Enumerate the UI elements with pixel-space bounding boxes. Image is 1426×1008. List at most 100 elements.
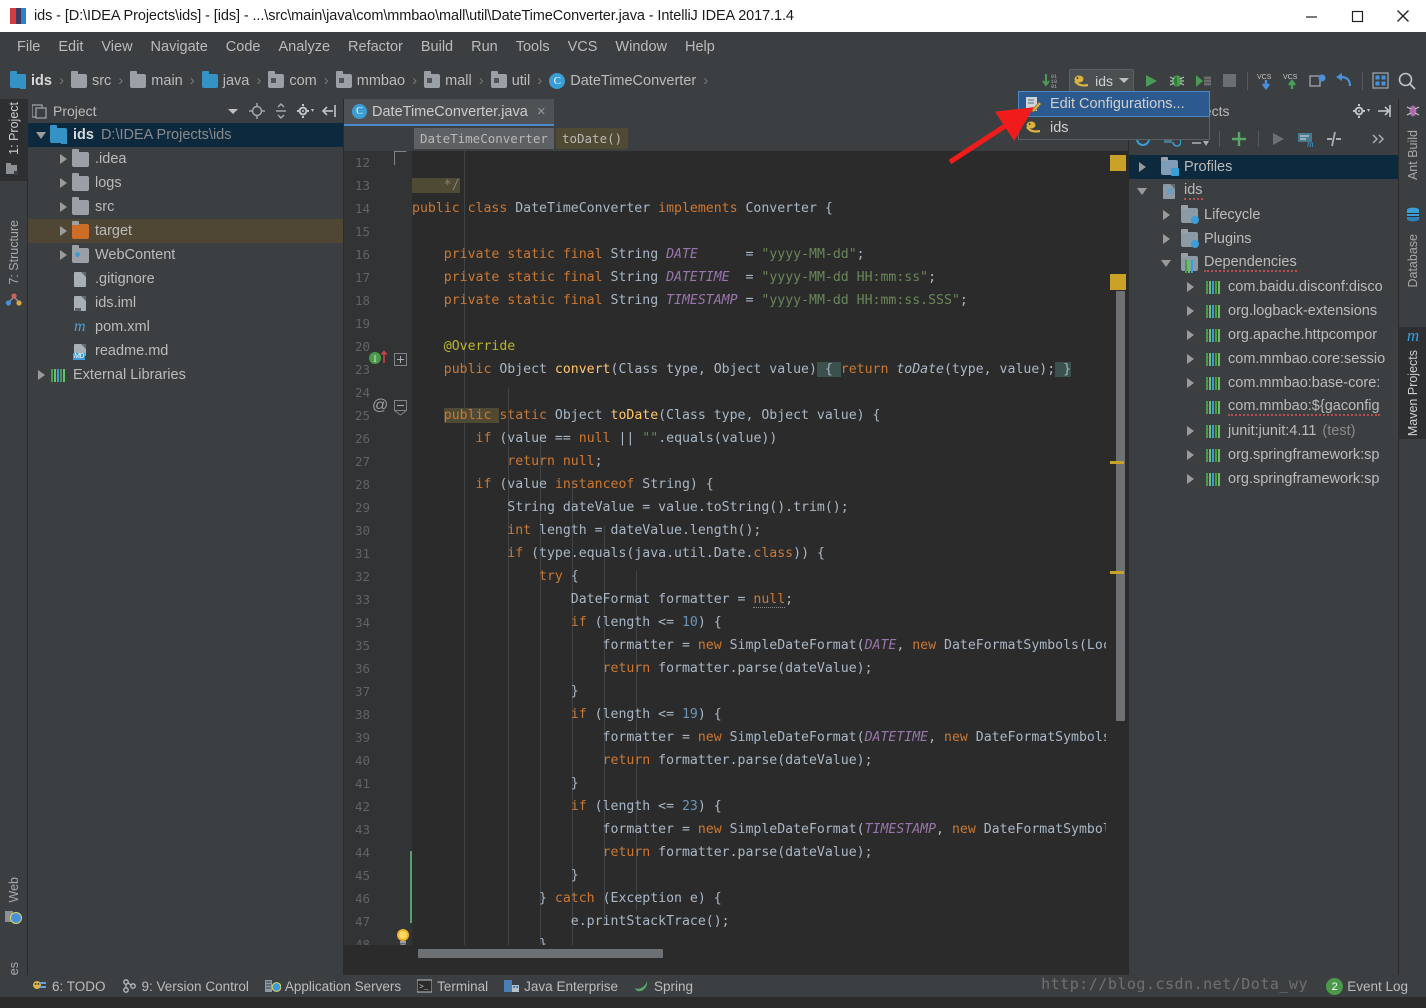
breadcrumb-item-util[interactable]: util (490, 70, 530, 89)
fold-plus-icon[interactable] (394, 353, 407, 371)
breadcrumb-class[interactable]: DateTimeConverter (414, 128, 554, 149)
status-tab-terminal[interactable]: >_ Terminal (415, 979, 502, 994)
sidebar-item-web[interactable]: Web (0, 874, 28, 930)
editor-horizontal-scrollbar[interactable] (344, 945, 1128, 975)
status-tab-todo[interactable]: 6: TODO (30, 979, 120, 994)
maven-item-ids[interactable]: m ids (1129, 179, 1398, 203)
add-maven-project-icon[interactable] (1226, 126, 1252, 152)
twisty-right-icon[interactable] (54, 198, 72, 216)
status-tab-application-servers[interactable]: Application Servers (263, 979, 415, 994)
vcs-commit-icon[interactable]: VCS (1279, 68, 1305, 94)
locate-icon[interactable] (247, 101, 267, 121)
maven-item-dep[interactable]: org.apache.httpcompor (1129, 323, 1398, 347)
sidebar-item-structure[interactable]: 7: Structure (0, 217, 28, 313)
sidebar-item-ant-build[interactable]: Ant Build (1399, 103, 1426, 183)
tree-item-src[interactable]: src (28, 195, 343, 219)
tree-item-pom-xml[interactable]: m pom.xml (28, 315, 343, 339)
sidebar-item-maven-projects[interactable]: m Maven Projects (1399, 327, 1426, 440)
update-project-icon[interactable]: 01 10 01 (1039, 68, 1065, 94)
breadcrumb-item-src[interactable]: src (70, 70, 111, 89)
twisty-right-icon[interactable] (54, 246, 72, 264)
tree-item-logs[interactable]: logs (28, 171, 343, 195)
tree-item-idea[interactable]: .idea (28, 147, 343, 171)
maven-item-lifecycle[interactable]: Lifecycle (1129, 203, 1398, 227)
maven-item-dep[interactable]: org.springframework:sp (1129, 467, 1398, 491)
menu-item-build[interactable]: Build (412, 36, 462, 58)
twisty-right-icon[interactable] (1181, 470, 1199, 488)
intention-bulb-icon[interactable] (394, 927, 412, 945)
twisty-right-icon[interactable] (1181, 302, 1199, 320)
tree-item-webcontent[interactable]: WebContent (28, 243, 343, 267)
menu-item-tools[interactable]: Tools (507, 36, 559, 58)
menu-item-analyze[interactable]: Analyze (269, 36, 339, 58)
menu-item-vcs[interactable]: VCS (559, 36, 607, 58)
code-editor[interactable]: 12 13 14 15 16 17 18 19 20 23 24 25 26 27 28 29 30 31 32 33… (344, 151, 1128, 945)
collapse-all-icon[interactable] (271, 101, 291, 121)
maven-item-dep[interactable]: com.baidu.disconf:disco (1129, 275, 1398, 299)
tree-item-target[interactable]: target (28, 219, 343, 243)
tree-item-external-libraries[interactable]: External Libraries (28, 363, 343, 387)
menu-item-ids[interactable]: ids (1019, 116, 1209, 140)
maven-item-plugins[interactable]: Plugins (1129, 227, 1398, 251)
breadcrumb-item-ids[interactable]: ids (10, 70, 52, 89)
vcs-history-icon[interactable] (1305, 68, 1331, 94)
twisty-right-icon[interactable] (1157, 206, 1175, 224)
menu-item-refactor[interactable]: Refactor (339, 36, 412, 58)
undo-icon[interactable] (1331, 68, 1357, 94)
twisty-right-icon[interactable] (1157, 230, 1175, 248)
maven-item-profiles[interactable]: Profiles (1129, 155, 1398, 179)
chevron-down-icon[interactable] (1119, 78, 1129, 83)
run-configurations-dropdown[interactable]: Edit Configurations... ids (1018, 91, 1210, 140)
twisty-right-icon[interactable] (1181, 278, 1199, 296)
breadcrumb-item-class[interactable]: C DateTimeConverter (549, 72, 696, 89)
twisty-down-icon[interactable] (1157, 254, 1175, 272)
menu-item-help[interactable]: Help (676, 36, 724, 58)
close-icon[interactable] (1380, 0, 1426, 32)
sidebar-item-database[interactable]: Database (1399, 207, 1426, 291)
twisty-right-icon[interactable] (32, 366, 50, 384)
status-tab-version-control[interactable]: 9: Version Control (120, 979, 263, 994)
twisty-right-icon[interactable] (1133, 158, 1151, 176)
editor-hscroll-thumb[interactable] (418, 949, 663, 958)
menu-item-run[interactable]: Run (462, 36, 507, 58)
menu-item-window[interactable]: Window (606, 36, 676, 58)
breadcrumb-item-mall[interactable]: mall (424, 70, 472, 89)
twisty-right-icon[interactable] (1181, 326, 1199, 344)
maven-item-dep[interactable]: org.springframework:sp (1129, 443, 1398, 467)
source-code[interactable]: */ public class DateTimeConverter implem… (412, 151, 1106, 945)
run-with-coverage-icon[interactable] (1190, 68, 1216, 94)
editor-tab-datetimeconverter[interactable]: C DateTimeConverter.java × (344, 99, 554, 126)
close-icon[interactable]: × (537, 103, 546, 120)
twisty-right-icon[interactable] (1181, 374, 1199, 392)
tree-item-readme-md[interactable]: MD readme.md (28, 339, 343, 363)
event-log-indicator[interactable]: 2 Event Log (1326, 978, 1408, 995)
vcs-update-icon[interactable]: VCS (1253, 68, 1279, 94)
execute-maven-goal-icon[interactable]: m (1293, 126, 1319, 152)
twisty-right-icon[interactable] (54, 174, 72, 192)
fold-end-icon[interactable] (394, 151, 407, 170)
hide-panel-icon[interactable] (1374, 101, 1394, 121)
maven-item-dependencies[interactable]: Dependencies (1129, 251, 1398, 275)
editor-scrollbar-thumb[interactable] (1116, 291, 1125, 721)
menu-item-edit[interactable]: Edit (49, 36, 92, 58)
run-configuration-selector[interactable]: ids (1069, 68, 1134, 93)
scroll-thumb-top-marker[interactable] (1110, 274, 1126, 290)
maven-tree[interactable]: Profiles m ids Lifecycle Plugins Depende… (1129, 155, 1398, 975)
twisty-down-icon[interactable] (32, 126, 50, 144)
menu-item-edit-configurations[interactable]: Edit Configurations... (1018, 91, 1210, 117)
tree-item-ids[interactable]: ids D:\IDEA Projects\ids (28, 123, 343, 147)
app-structure-icon[interactable] (1368, 68, 1394, 94)
editor-marker-bar[interactable] (1106, 151, 1128, 945)
twisty-down-icon[interactable] (1133, 182, 1151, 200)
twisty-right-icon[interactable] (1181, 350, 1199, 368)
maven-item-dep[interactable]: com.mmbao.core:sessio (1129, 347, 1398, 371)
hide-panel-icon[interactable] (319, 101, 339, 121)
twisty-right-icon[interactable] (1181, 446, 1199, 464)
tree-item-ids-iml[interactable]: ids.iml (28, 291, 343, 315)
implemented-method-icon[interactable]: I (368, 349, 390, 372)
menu-item-file[interactable]: File (8, 36, 49, 58)
marker-tick[interactable] (1110, 571, 1124, 574)
settings-gear-icon[interactable] (295, 101, 315, 121)
twisty-right-icon[interactable] (54, 222, 72, 240)
marker-warning-box[interactable] (1110, 155, 1126, 171)
